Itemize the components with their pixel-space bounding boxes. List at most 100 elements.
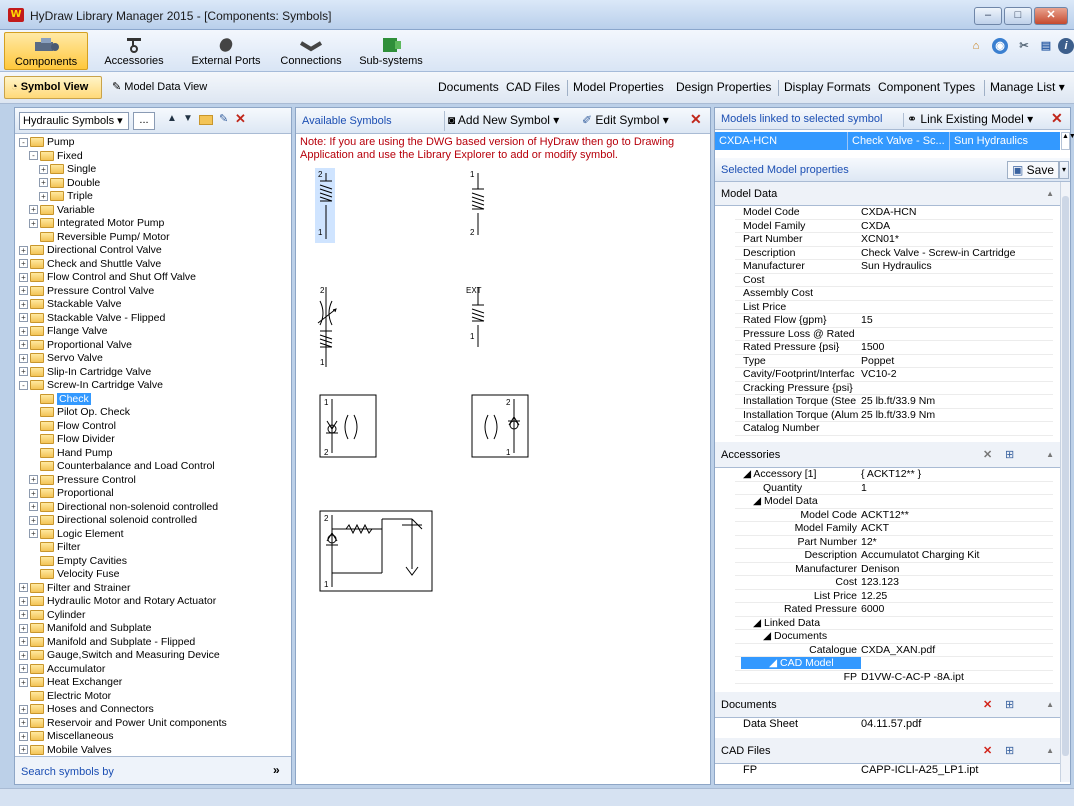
accessory-row[interactable]: FP D1VW-C-AC-P -8A.ipt bbox=[735, 671, 1053, 683]
expand-icon[interactable]: + bbox=[29, 205, 38, 215]
model-data-row[interactable]: Rated Pressure {psi} 1500 bbox=[735, 341, 1053, 353]
tree-item[interactable]: + Stackable Valve - Flipped bbox=[19, 312, 165, 325]
expand-icon[interactable]: + bbox=[19, 650, 28, 660]
library-browse-button[interactable]: ... bbox=[133, 112, 155, 130]
tree-item[interactable]: + Variable bbox=[29, 204, 95, 217]
document-icon[interactable]: ▤ bbox=[1038, 38, 1054, 54]
rename-icon[interactable]: ✎ bbox=[219, 112, 228, 125]
close-button[interactable]: ✕ bbox=[1034, 7, 1068, 25]
expand-icon[interactable]: + bbox=[19, 718, 28, 728]
tree-item[interactable]: + Triple bbox=[39, 190, 93, 203]
expand-icon[interactable]: + bbox=[39, 191, 48, 201]
model-data-row[interactable]: Catalog Number bbox=[735, 422, 1053, 434]
symbol-pilot-check-cartridge[interactable]: 2 1 bbox=[319, 510, 433, 592]
model-data-row[interactable]: Part Number XCN01* bbox=[735, 233, 1053, 245]
expand-icon[interactable]: + bbox=[19, 313, 28, 323]
expand-icon[interactable]: + bbox=[19, 745, 28, 755]
model-data-view-tab[interactable]: ✎ Model Data View bbox=[110, 76, 230, 99]
tree-item[interactable]: Flow Control bbox=[29, 420, 116, 433]
scrollbar-thumb[interactable] bbox=[1062, 196, 1069, 756]
new-folder-icon[interactable] bbox=[199, 115, 213, 125]
accessory-row[interactable]: Quantity 1 bbox=[735, 482, 1053, 494]
save-button[interactable]: ▣ Save bbox=[1007, 161, 1060, 179]
accessory-row[interactable]: Manufacturer Denison bbox=[735, 563, 1053, 575]
delete-icon[interactable]: ✕ bbox=[235, 111, 246, 127]
tree-item[interactable]: Filter bbox=[29, 541, 80, 554]
info-icon[interactable]: i bbox=[1058, 38, 1074, 54]
tree-item[interactable]: + Cylinder bbox=[19, 609, 86, 622]
model-data-row[interactable]: Cavity/Footprint/Interfac VC10-2 bbox=[735, 368, 1053, 380]
collapse-icon[interactable]: ▲ bbox=[1046, 182, 1054, 206]
accessory-row[interactable]: List Price 12.25 bbox=[735, 590, 1053, 602]
save-dropdown[interactable]: ▾ bbox=[1059, 161, 1069, 179]
expand-icon[interactable]: + bbox=[39, 164, 48, 174]
symbol-flow-control[interactable]: 2 1 bbox=[317, 286, 337, 367]
linked-scrollbar[interactable]: ▲▼ bbox=[1061, 132, 1074, 150]
tree-item[interactable]: - Fixed bbox=[29, 150, 83, 163]
globe-icon[interactable]: ◉ bbox=[992, 38, 1008, 54]
expand-icon[interactable]: + bbox=[19, 664, 28, 674]
ribbon-sub-systems-button[interactable]: Sub-systems bbox=[354, 32, 428, 70]
tree-item[interactable]: + Double bbox=[39, 177, 100, 190]
add-new-symbol-button[interactable]: ◙ Add New Symbol ▾ bbox=[448, 113, 559, 127]
tree-item[interactable]: + Gauge,Switch and Measuring Device bbox=[19, 649, 220, 662]
remove-cad-icon[interactable]: ✕ bbox=[983, 738, 992, 764]
tree-item[interactable]: + Flange Valve bbox=[19, 325, 108, 338]
expand-icon[interactable]: + bbox=[19, 326, 28, 336]
add-document-icon[interactable]: ⊞ bbox=[1005, 692, 1014, 718]
accessory-row[interactable]: Model Family ACKT bbox=[735, 522, 1053, 534]
accessory-row[interactable]: ◢ Model Data bbox=[735, 495, 1053, 507]
cad-row[interactable]: FP CAPP-ICLI-A25_LP1.ipt bbox=[715, 764, 1060, 778]
tree-item[interactable]: + Single bbox=[39, 163, 96, 176]
expand-icon[interactable]: + bbox=[29, 475, 38, 485]
expand-icon[interactable]: + bbox=[19, 596, 28, 606]
expand-icon[interactable]: + bbox=[19, 367, 28, 377]
tree-item[interactable]: + Directional solenoid controlled bbox=[29, 514, 197, 527]
expand-icon[interactable]: + bbox=[19, 272, 28, 282]
ribbon-accessories-button[interactable]: Accessories bbox=[95, 32, 173, 70]
chevron-down-icon[interactable]: » bbox=[273, 763, 280, 777]
tree-item[interactable]: + Hoses and Connectors bbox=[19, 703, 154, 716]
remove-document-icon[interactable]: ✕ bbox=[983, 692, 992, 718]
cad-files-button[interactable]: CAD Files bbox=[506, 76, 560, 99]
search-bar[interactable]: Search symbols by » bbox=[15, 756, 291, 784]
expand-icon[interactable]: + bbox=[19, 677, 28, 687]
tree-item[interactable]: + Directional non-solenoid controlled bbox=[29, 501, 218, 514]
symbol-check-ext[interactable]: EXT 1 bbox=[466, 286, 485, 347]
tree-item[interactable]: Counterbalance and Load Control bbox=[29, 460, 215, 473]
tree-item[interactable]: + Proportional bbox=[29, 487, 114, 500]
remove-accessory-icon[interactable]: ✕ bbox=[983, 442, 992, 468]
tree-item[interactable]: + Pressure Control Valve bbox=[19, 285, 154, 298]
tree-item[interactable]: Reversible Pump/ Motor bbox=[29, 231, 170, 244]
tools-icon[interactable]: ✂ bbox=[1016, 38, 1032, 54]
expand-icon[interactable]: + bbox=[19, 353, 28, 363]
symbol-check-spring-reversed[interactable]: 1 2 bbox=[470, 170, 485, 237]
accessory-row[interactable]: ◢ Documents bbox=[735, 630, 1053, 642]
tree-item[interactable]: Flow Divider bbox=[29, 433, 115, 446]
collapse-icon[interactable]: - bbox=[29, 151, 38, 161]
move-up-icon[interactable]: ▲ bbox=[167, 113, 177, 124]
expand-icon[interactable]: + bbox=[19, 259, 28, 269]
expand-icon[interactable]: + bbox=[19, 299, 28, 309]
tree-item[interactable]: + Integrated Motor Pump bbox=[29, 217, 164, 230]
documents-row[interactable]: Data Sheet 04.11.57.pdf bbox=[715, 718, 1060, 732]
model-data-row[interactable]: Cracking Pressure {psi} bbox=[735, 382, 1053, 394]
tree-item[interactable]: + Stackable Valve bbox=[19, 298, 122, 311]
tree-item[interactable]: Pilot Op. Check bbox=[29, 406, 130, 419]
model-data-row[interactable]: Model Code CXDA-HCN bbox=[735, 206, 1053, 218]
component-types-button[interactable]: Component Types bbox=[878, 76, 975, 99]
delete-symbol-icon[interactable]: ✕ bbox=[690, 111, 702, 128]
tree-item[interactable]: Check bbox=[29, 392, 91, 406]
ribbon-external-ports-button[interactable]: External Ports bbox=[180, 32, 272, 70]
tree-item[interactable]: + Slip-In Cartridge Valve bbox=[19, 366, 151, 379]
add-accessory-icon[interactable]: ⊞ bbox=[1005, 442, 1014, 468]
design-properties-button[interactable]: Design Properties bbox=[676, 76, 771, 99]
tree-item[interactable]: + Pressure Control bbox=[29, 474, 136, 487]
manage-list-menu[interactable]: Manage List ▾ bbox=[990, 76, 1065, 99]
expand-icon[interactable]: + bbox=[19, 704, 28, 714]
model-data-row[interactable]: Manufacturer Sun Hydraulics bbox=[735, 260, 1053, 272]
tree-item[interactable]: - Pump bbox=[19, 136, 74, 149]
tree-item[interactable]: + Miscellaneous bbox=[19, 730, 114, 743]
tree-item[interactable]: + Mobile Valves bbox=[19, 744, 112, 757]
edit-symbol-button[interactable]: ✐ Edit Symbol ▾ bbox=[582, 113, 669, 127]
